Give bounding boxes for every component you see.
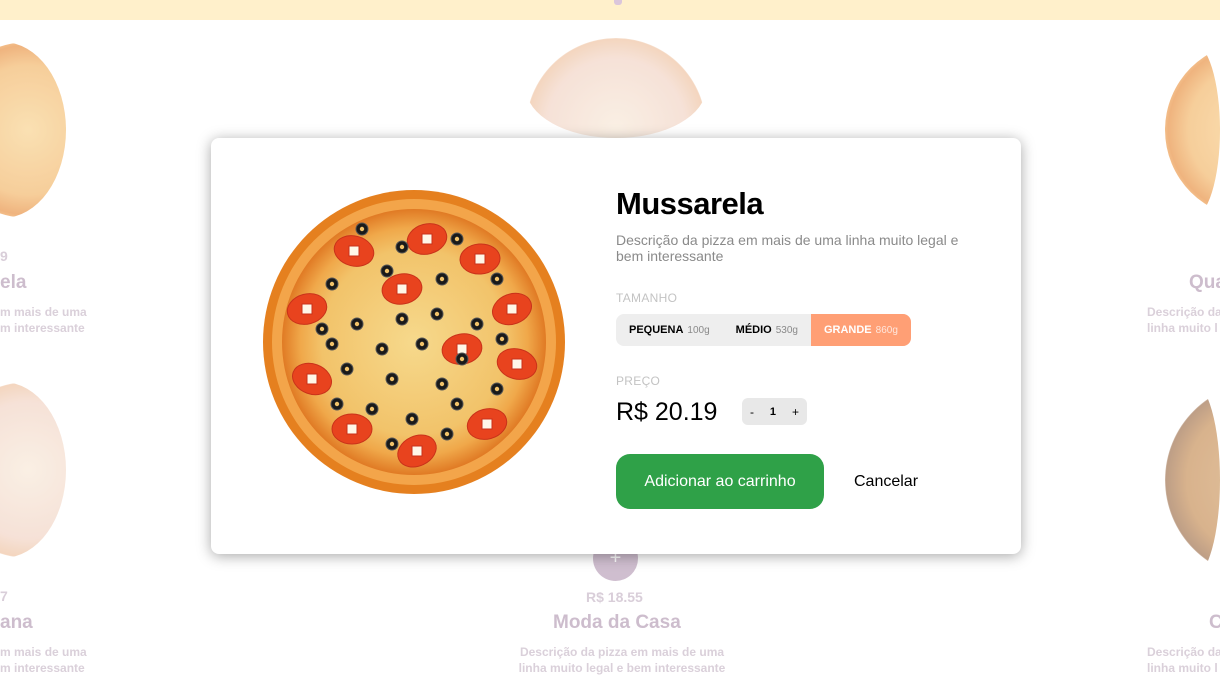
pizza-image: [263, 190, 565, 494]
size-weight: 100g: [687, 324, 710, 336]
olive-hole: [399, 244, 405, 250]
olive-hole: [379, 346, 385, 352]
olive-hole: [334, 401, 340, 407]
olive-hole: [434, 311, 440, 317]
olive-hole: [419, 341, 425, 347]
size-weight: 860g: [875, 324, 898, 336]
olive-hole: [499, 336, 505, 342]
olive-hole: [369, 406, 375, 412]
size-weight: 530g: [775, 324, 798, 336]
price-label: PREÇO: [616, 374, 661, 388]
add-to-cart-button[interactable]: Adicionar ao carrinho: [616, 454, 824, 509]
cheese-cube: [411, 445, 423, 457]
olive-hole: [389, 376, 395, 382]
cheese-cube: [511, 358, 523, 370]
size-selector: PEQUENA 100g MÉDIO 530g GRANDE 860g: [616, 314, 911, 346]
size-label: TAMANHO: [616, 291, 678, 305]
olive-hole: [329, 281, 335, 287]
olive-hole: [494, 386, 500, 392]
size-name: PEQUENA: [629, 324, 684, 336]
olive-hole: [439, 381, 445, 387]
olive-hole: [329, 341, 335, 347]
olive-hole: [454, 236, 460, 242]
quantity-stepper: - 1 +: [742, 398, 807, 425]
size-option-medio[interactable]: MÉDIO 530g: [723, 314, 811, 346]
cheese-cube: [474, 253, 486, 265]
size-option-pequena[interactable]: PEQUENA 100g: [616, 314, 723, 346]
olive-hole: [389, 441, 395, 447]
olive-hole: [444, 431, 450, 437]
olive-hole: [474, 321, 480, 327]
cheese-cube: [306, 373, 318, 385]
olive-hole: [439, 276, 445, 282]
olive-hole: [344, 366, 350, 372]
cheese-cube: [346, 423, 358, 435]
cheese-cube: [506, 303, 518, 315]
qty-value: 1: [769, 405, 777, 418]
pizza-price: R$ 20.19: [616, 398, 718, 426]
olive-hole: [459, 356, 465, 362]
olive-hole: [454, 401, 460, 407]
olive-hole: [409, 416, 415, 422]
pizza-detail-modal: Mussarela Descrição da pizza em mais de …: [211, 138, 1021, 554]
cheese-cube: [481, 418, 493, 430]
pizza-description: Descrição da pizza em mais de uma linha …: [616, 232, 959, 264]
olive-hole: [359, 226, 365, 232]
olive-hole: [319, 326, 325, 332]
cheese-cube: [301, 303, 313, 315]
size-name: MÉDIO: [735, 324, 772, 336]
olive-hole: [354, 321, 360, 327]
olive-hole: [399, 316, 405, 322]
cancel-button[interactable]: Cancelar: [854, 454, 918, 509]
cheese-cube: [348, 245, 360, 257]
cheese-cube: [396, 283, 408, 295]
olive-hole: [494, 276, 500, 282]
pizza-title: Mussarela: [616, 186, 764, 221]
qty-decrease-button[interactable]: -: [750, 405, 754, 419]
cheese-cube: [421, 233, 433, 245]
size-option-grande[interactable]: GRANDE 860g: [810, 314, 911, 346]
olive-hole: [384, 268, 390, 274]
size-name: GRANDE: [823, 324, 872, 336]
qty-increase-button[interactable]: +: [792, 405, 799, 419]
